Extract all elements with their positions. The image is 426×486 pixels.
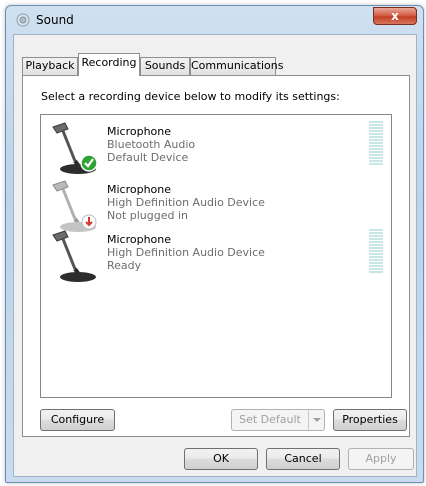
microphone-icon — [52, 230, 96, 282]
device-details: Microphone Bluetooth Audio Default Devic… — [107, 125, 195, 164]
device-description: Bluetooth Audio — [107, 138, 196, 151]
device-details: Microphone High Definition Audio Device … — [107, 233, 265, 272]
speaker-icon — [16, 13, 30, 27]
tab-communications[interactable]: Communications — [190, 57, 283, 75]
device-status: Ready — [107, 259, 142, 272]
device-name: Microphone — [107, 125, 172, 138]
apply-button: Apply — [348, 448, 414, 470]
level-meter — [369, 229, 383, 273]
device-name: Microphone — [107, 183, 172, 196]
tab-playback[interactable]: Playback — [22, 57, 78, 75]
properties-button[interactable]: Properties — [333, 409, 407, 431]
title-bar[interactable]: Sound x — [6, 6, 423, 34]
device-name: Microphone — [107, 233, 172, 246]
device-status: Default Device — [107, 151, 189, 164]
device-item[interactable]: Microphone High Definition Audio Device … — [45, 227, 389, 285]
tab-sounds[interactable]: Sounds — [140, 57, 190, 75]
close-button[interactable]: x — [373, 7, 417, 25]
device-list[interactable]: Microphone Bluetooth Audio Default Devic… — [40, 114, 392, 398]
window-title: Sound — [36, 13, 74, 27]
instruction-text: Select a recording device below to modif… — [41, 90, 340, 103]
ok-button[interactable]: OK — [184, 448, 258, 470]
set-default-button: Set Default — [231, 409, 325, 431]
level-meter — [369, 121, 383, 165]
cancel-button[interactable]: Cancel — [266, 448, 340, 470]
device-details: Microphone High Definition Audio Device … — [107, 183, 265, 222]
device-item[interactable]: Microphone Bluetooth Audio Default Devic… — [45, 119, 389, 177]
dialog-body: Playback Recording Sounds Communications… — [13, 34, 417, 477]
device-description: High Definition Audio Device — [107, 246, 265, 259]
recording-panel: Select a recording device below to modif… — [22, 75, 410, 437]
chevron-down-icon — [308, 410, 324, 430]
set-default-label: Set Default — [239, 413, 301, 426]
sound-dialog: Sound x Playback Recording Sounds Commun… — [5, 5, 424, 483]
device-status: Not plugged in — [107, 209, 189, 222]
device-description: High Definition Audio Device — [107, 196, 265, 209]
configure-button[interactable]: Configure — [40, 409, 115, 431]
tab-recording[interactable]: Recording — [78, 53, 140, 76]
close-icon: x — [391, 9, 399, 23]
microphone-default-icon — [52, 122, 98, 174]
